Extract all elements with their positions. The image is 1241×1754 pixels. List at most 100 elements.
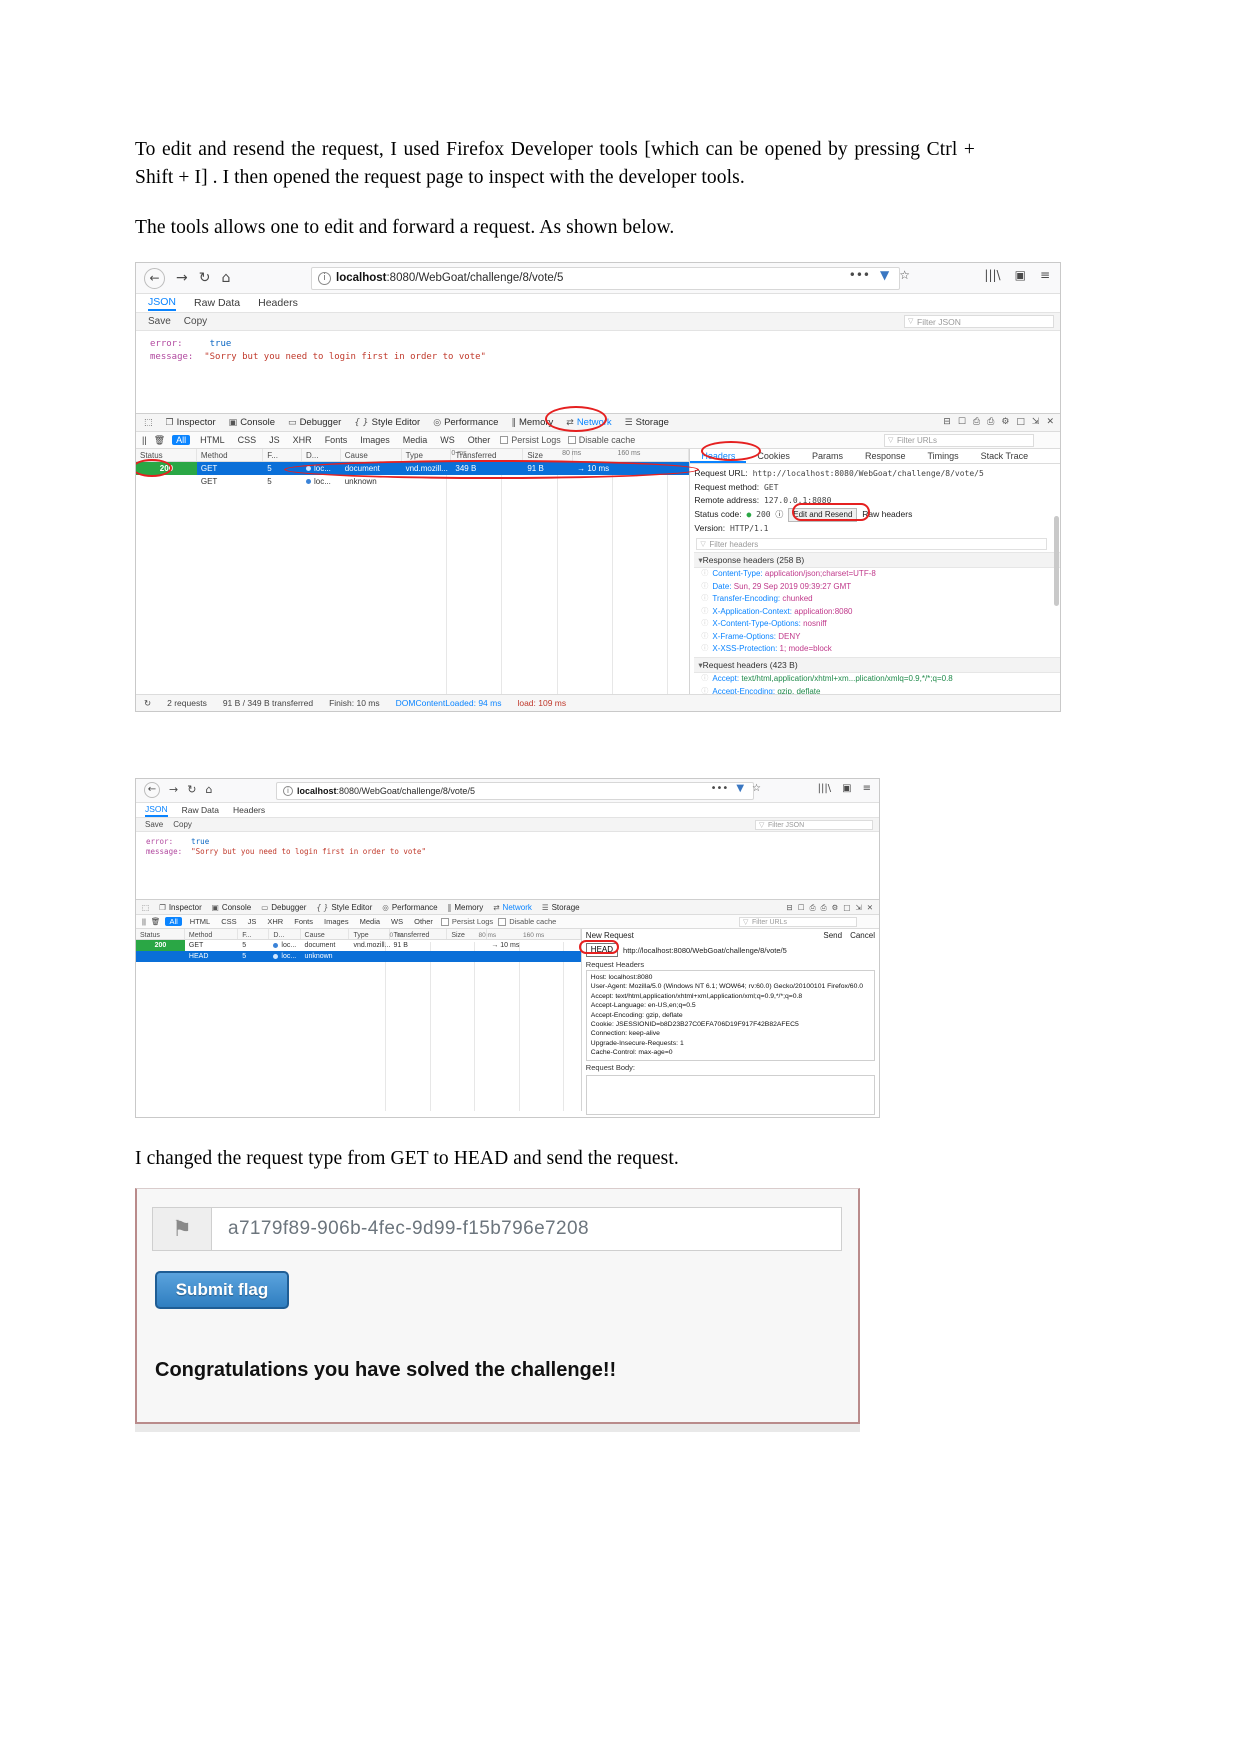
- sidebar-icon[interactable]: ▣: [1015, 268, 1026, 282]
- library-icon[interactable]: |||\: [984, 268, 1000, 282]
- tab-raw-data[interactable]: Raw Data: [194, 297, 240, 309]
- tab-raw-data[interactable]: Raw Data: [182, 805, 219, 815]
- edit-and-resend-button[interactable]: Edit and Resend: [788, 507, 858, 522]
- page-actions-icon[interactable]: •••: [711, 783, 729, 794]
- devtools-tab-performance[interactable]: ◎ Performance: [433, 417, 498, 428]
- col-cause[interactable]: Cause: [301, 929, 350, 939]
- filter-chip-html[interactable]: HTML: [197, 435, 228, 445]
- close-icon[interactable]: ✕: [867, 903, 873, 913]
- shield-icon[interactable]: ▼: [736, 783, 744, 794]
- screenshot-icon[interactable]: ☐: [798, 903, 805, 913]
- filter-chip-other[interactable]: Other: [465, 435, 494, 445]
- filter-json-input[interactable]: Filter JSON: [755, 820, 873, 830]
- filter-chip-xhr[interactable]: XHR: [264, 917, 286, 926]
- devtools-tab-inspector[interactable]: ❐ Inspector: [166, 417, 216, 428]
- clear-icon[interactable]: 🗑: [154, 435, 165, 446]
- tab-cookies[interactable]: Cookies: [746, 449, 801, 463]
- col-type[interactable]: Type: [402, 449, 452, 461]
- filter-chip-fonts[interactable]: Fonts: [291, 917, 316, 926]
- reload-icon[interactable]: ↻: [187, 781, 196, 799]
- copy-button[interactable]: Copy: [184, 316, 207, 327]
- col-transferred[interactable]: Transferred: [390, 929, 448, 939]
- url-bar[interactable]: i localhost:8080/WebGoat/challenge/8/vot…: [276, 782, 754, 800]
- tab-headers[interactable]: Headers: [233, 805, 265, 815]
- bookmark-star-icon[interactable]: ☆: [752, 783, 761, 794]
- devtools-tab-console[interactable]: ▣ Console: [229, 417, 275, 428]
- col-method[interactable]: Method: [197, 449, 264, 461]
- col-size[interactable]: Size: [523, 449, 574, 461]
- home-icon[interactable]: ⌂: [205, 781, 212, 799]
- filter-chip-fonts[interactable]: Fonts: [322, 435, 351, 445]
- filter-chip-media[interactable]: Media: [357, 917, 383, 926]
- tab-json[interactable]: JSON: [148, 296, 177, 311]
- clear-icon[interactable]: 🗑: [151, 917, 161, 926]
- detach-icon[interactable]: ⇲: [1032, 417, 1040, 427]
- filter-chip-css[interactable]: CSS: [218, 917, 239, 926]
- devtools-tab-inspector[interactable]: ❐ Inspector: [159, 903, 202, 912]
- library-icon[interactable]: |||\: [818, 783, 831, 794]
- devtools-tab-network[interactable]: ⇄ Network: [493, 903, 532, 912]
- window-icon[interactable]: □: [843, 903, 850, 913]
- dock-bottom-icon[interactable]: ⎙: [973, 417, 980, 427]
- home-icon[interactable]: ⌂: [221, 267, 230, 289]
- filter-urls-input[interactable]: Filter URLs: [739, 917, 857, 927]
- filter-chip-js[interactable]: JS: [266, 435, 283, 445]
- tab-json[interactable]: JSON: [145, 804, 168, 817]
- tab-timings[interactable]: Timings: [916, 449, 969, 463]
- filter-chip-images[interactable]: Images: [321, 917, 352, 926]
- devtools-tab-memory[interactable]: ‖ Memory: [511, 417, 553, 428]
- col-file[interactable]: F...: [238, 929, 270, 939]
- url-input[interactable]: http://localhost:8080/WebGoat/challenge/…: [623, 946, 787, 955]
- filter-headers-input[interactable]: Filter headers: [696, 537, 1048, 550]
- col-domain[interactable]: D...: [269, 929, 301, 939]
- shield-icon[interactable]: ▼: [880, 268, 889, 282]
- responsive-mode-icon[interactable]: ⊟: [943, 417, 951, 427]
- filter-chip-all[interactable]: All: [172, 435, 191, 445]
- col-domain[interactable]: D...: [302, 449, 341, 461]
- devtools-tab-performance[interactable]: ◎ Performance: [382, 903, 437, 912]
- dock-bottom-icon[interactable]: ⎙: [810, 903, 816, 913]
- devtools-tab-style-editor[interactable]: { } Style Editor: [354, 417, 420, 428]
- table-row[interactable]: 200 GET 5 loc... document vnd.mozill... …: [136, 462, 690, 475]
- refresh-icon[interactable]: ↻: [144, 698, 151, 709]
- flag-input[interactable]: a7179f89-906b-4fec-9d99-f15b796e7208: [212, 1207, 842, 1251]
- col-method[interactable]: Method: [185, 929, 239, 939]
- reload-icon[interactable]: ↻: [199, 267, 211, 289]
- url-bar[interactable]: i localhost:8080/WebGoat/challenge/8/vot…: [311, 267, 900, 290]
- table-row[interactable]: 200 GET 5 loc... document vnd.mozill...3…: [136, 940, 581, 951]
- detail-scrollbar[interactable]: [1053, 516, 1059, 606]
- filter-chip-css[interactable]: CSS: [235, 435, 260, 445]
- filter-urls-input[interactable]: Filter URLs: [884, 434, 1034, 447]
- method-input[interactable]: HEAD: [585, 943, 619, 957]
- devtools-tab-debugger[interactable]: ▭ Debugger: [261, 903, 306, 912]
- devtools-tab-console[interactable]: ▣ Console: [212, 903, 251, 912]
- col-timeline[interactable]: [487, 929, 581, 939]
- detach-icon[interactable]: ⇲: [855, 903, 861, 913]
- tab-headers[interactable]: Headers: [690, 449, 747, 463]
- col-status[interactable]: Status: [136, 449, 197, 461]
- filter-chip-images[interactable]: Images: [357, 435, 393, 445]
- filter-chip-all[interactable]: All: [165, 917, 182, 926]
- dock-side-icon[interactable]: ⎙: [821, 903, 827, 913]
- submit-flag-button[interactable]: Submit flag: [155, 1271, 289, 1309]
- pause-icon[interactable]: ||: [142, 435, 147, 445]
- copy-button[interactable]: Copy: [173, 820, 192, 829]
- col-cause[interactable]: Cause: [341, 449, 402, 461]
- forward-icon[interactable]: →: [176, 267, 188, 289]
- request-headers-textarea[interactable]: Host: localhost:8080 User-Agent: Mozilla…: [585, 970, 875, 1061]
- gear-icon[interactable]: ⚙: [1001, 417, 1009, 427]
- tab-params[interactable]: Params: [801, 449, 854, 463]
- page-info-icon[interactable]: i: [318, 272, 331, 285]
- filter-chip-js[interactable]: JS: [245, 917, 260, 926]
- col-type[interactable]: Type: [349, 929, 390, 939]
- request-body-textarea[interactable]: [585, 1074, 875, 1115]
- screenshot-icon[interactable]: ☐: [958, 417, 966, 427]
- back-icon[interactable]: ←: [144, 782, 160, 798]
- devtools-tab-network[interactable]: ⇄ Network: [566, 417, 611, 428]
- devtools-tab-style-editor[interactable]: { } Style Editor: [316, 903, 372, 912]
- devtools-tab-storage[interactable]: ☰ Storage: [625, 417, 669, 428]
- filter-json-input[interactable]: Filter JSON: [904, 315, 1054, 328]
- help-icon[interactable]: ⓘ: [775, 510, 783, 519]
- filter-chip-xhr[interactable]: XHR: [290, 435, 315, 445]
- disable-cache-checkbox[interactable]: Disable cache: [567, 435, 635, 445]
